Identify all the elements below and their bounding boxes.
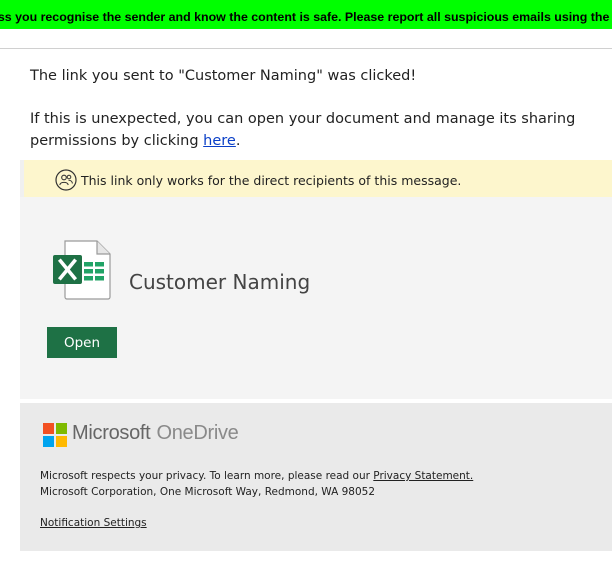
microsoft-logo-icon bbox=[43, 423, 67, 447]
people-icon bbox=[55, 169, 77, 191]
recipients-notice: This link only works for the direct reci… bbox=[20, 160, 612, 197]
message-line-1: The link you sent to "Customer Naming" w… bbox=[30, 68, 417, 84]
brand-microsoft: Microsoft bbox=[72, 422, 151, 444]
privacy-text: Microsoft respects your privacy. To lear… bbox=[40, 470, 374, 482]
message-line-2-suffix: . bbox=[235, 133, 241, 149]
recipients-notice-text: This link only works for the direct reci… bbox=[81, 173, 462, 188]
brand-onedrive: OneDrive bbox=[156, 422, 239, 444]
company-address: Microsoft Corporation, One Microsoft Way… bbox=[40, 486, 376, 498]
open-button[interactable]: Open bbox=[47, 327, 117, 358]
brand-wordmark: Microsoft OneDrive bbox=[72, 422, 239, 445]
divider bbox=[0, 48, 612, 49]
excel-icon[interactable] bbox=[51, 239, 113, 301]
footer: Microsoft OneDrive Microsoft respects you… bbox=[20, 403, 612, 551]
message-line-2: If this is unexpected, you can open your… bbox=[30, 108, 600, 152]
document-card: Customer Naming Open bbox=[20, 197, 612, 399]
document-name[interactable]: Customer Naming bbox=[129, 270, 310, 294]
privacy-statement-link[interactable]: Privacy Statement. bbox=[373, 470, 473, 482]
warning-banner: ess you recognise the sender and know th… bbox=[0, 0, 612, 29]
warning-banner-text: ess you recognise the sender and know th… bbox=[0, 10, 612, 24]
privacy-notice: Microsoft respects your privacy. To lear… bbox=[40, 468, 473, 500]
here-link[interactable]: here bbox=[203, 133, 236, 149]
message-line-2-text: If this is unexpected, you can open your… bbox=[30, 111, 576, 149]
notification-settings-link[interactable]: Notification Settings bbox=[40, 517, 147, 529]
